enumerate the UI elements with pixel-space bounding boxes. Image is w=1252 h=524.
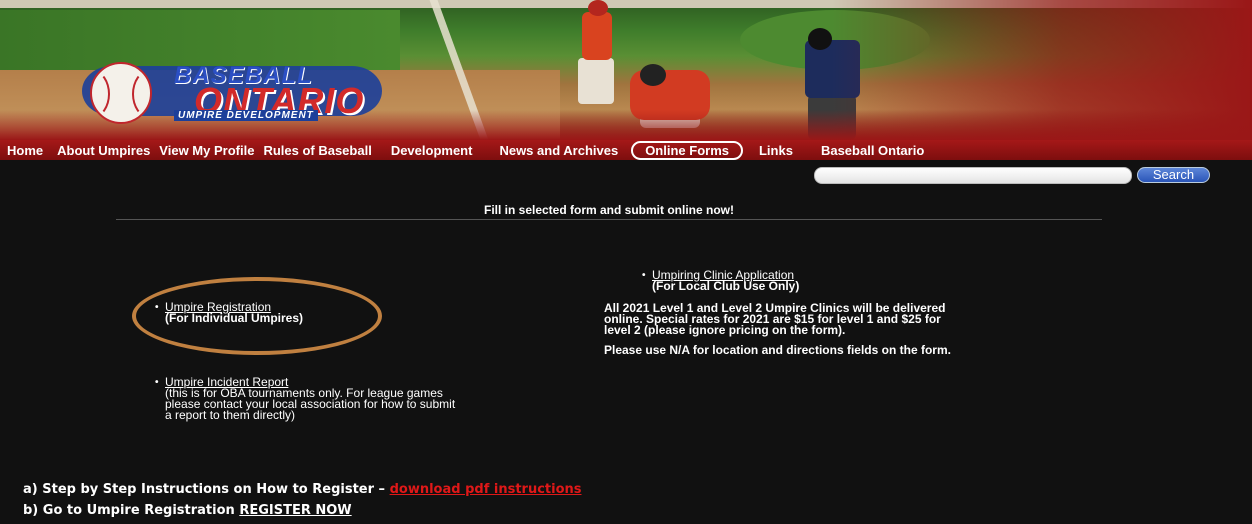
clinic-notice-line3: level 2 (please ignore pricing on the fo… (604, 323, 846, 337)
banner-batter (578, 58, 614, 104)
nav-item-baseball-ontario[interactable]: Baseball Ontario (821, 143, 924, 158)
clinic-notice: All 2021 Level 1 and Level 2 Umpire Clin… (604, 302, 945, 337)
list-item-incident-report: • Umpire Incident Report (this is for OB… (155, 376, 455, 422)
main-nav: Home About Umpires View My Profile Rules… (0, 140, 1252, 160)
instructions-step-b: b) Go to Umpire Registration REGISTER NO… (23, 503, 352, 518)
nav-item-home[interactable]: Home (7, 143, 43, 158)
clinic-notice-location: Please use N/A for location and directio… (604, 343, 951, 357)
download-pdf-link[interactable]: download pdf instructions (390, 482, 582, 497)
header-banner: BASEBALL ONTARIO UMPIRE DEVELOPMENT (0, 0, 1252, 140)
register-now-link[interactable]: REGISTER NOW (239, 503, 351, 518)
nav-item-news-and-archives[interactable]: News and Archives (499, 143, 618, 158)
search-input[interactable] (814, 167, 1132, 184)
search-button[interactable]: Search (1137, 167, 1210, 183)
logo-line3: UMPIRE DEVELOPMENT (174, 110, 318, 121)
nav-item-links[interactable]: Links (759, 143, 793, 158)
banner-batter-helmet (588, 0, 608, 16)
baseball-ontario-logo[interactable]: BASEBALL ONTARIO UMPIRE DEVELOPMENT (82, 62, 382, 124)
banner-umpire-head (808, 28, 832, 50)
nav-item-about-umpires[interactable]: About Umpires (57, 143, 150, 158)
highlight-oval (132, 277, 382, 355)
nav-item-view-my-profile[interactable]: View My Profile (159, 143, 254, 158)
instructions-step-a-text: a) Step by Step Instructions on How to R… (23, 482, 386, 497)
clinic-application-note: (For Local Club Use Only) (652, 279, 800, 293)
bullet-icon: • (155, 377, 159, 388)
nav-item-rules-of-baseball[interactable]: Rules of Baseball (263, 143, 371, 158)
instructions-step-a: a) Step by Step Instructions on How to R… (23, 482, 582, 497)
instructions-step-b-text: b) Go to Umpire Registration (23, 503, 235, 518)
nav-item-development[interactable]: Development (391, 143, 473, 158)
baseball-icon (90, 62, 152, 124)
list-item-clinic-application: • Umpiring Clinic Application (For Local… (642, 269, 800, 293)
banner-catcher-mask (640, 64, 666, 86)
page-tagline: Fill in selected form and submit online … (483, 203, 735, 217)
bullet-icon: • (642, 270, 646, 281)
nav-item-online-forms[interactable]: Online Forms (631, 140, 743, 160)
incident-note-line3: a report to them directly) (165, 408, 296, 422)
banner-batter-jersey (582, 12, 612, 60)
tagline-divider (116, 219, 1102, 220)
